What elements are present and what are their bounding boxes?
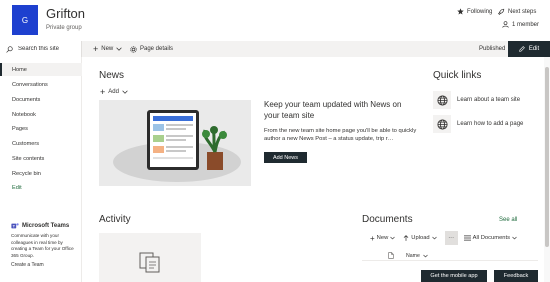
- add-news-button[interactable]: Add News: [264, 152, 307, 163]
- news-add-button[interactable]: + Add: [100, 87, 128, 97]
- news-add-label: Add: [108, 89, 119, 95]
- feedback-button[interactable]: Feedback: [494, 270, 538, 282]
- search-box[interactable]: [0, 41, 82, 57]
- edit-button[interactable]: Edit: [508, 41, 550, 57]
- nav-item-recycle-bin[interactable]: Recycle bin: [0, 167, 82, 180]
- create-team-link[interactable]: Create a Team: [11, 262, 77, 268]
- plus-icon: +: [370, 233, 375, 243]
- documents-new-button[interactable]: + New: [370, 234, 395, 243]
- following-label: Following: [467, 8, 493, 15]
- nav-item-notebook[interactable]: Notebook: [0, 108, 82, 121]
- nav-item-documents[interactable]: Documents: [0, 93, 82, 106]
- site-logo-letter: G: [21, 15, 29, 25]
- chevron-down-icon: [512, 236, 517, 240]
- teams-promo-title: T Microsoft Teams: [11, 222, 77, 230]
- news-section-title: News: [99, 70, 125, 81]
- upload-icon: [403, 234, 409, 241]
- edit-label: Edit: [528, 46, 540, 52]
- nav-item-pages[interactable]: Pages: [0, 122, 82, 135]
- documents-column-header: Name: [362, 251, 538, 261]
- page-scrollbar[interactable]: [544, 57, 550, 282]
- tablet-plant-illustration: [113, 110, 241, 182]
- document-stack-icon: [139, 252, 160, 273]
- chevron-down-icon: [390, 236, 395, 240]
- plus-icon: +: [100, 87, 106, 97]
- documents-section-title: Documents: [362, 214, 413, 225]
- news-illustration: [99, 100, 251, 186]
- documents-view-label: All Documents: [472, 235, 511, 241]
- next-steps-label: Next steps: [508, 9, 537, 15]
- teams-description: Communicate with your colleagues in real…: [11, 233, 74, 258]
- quick-link-team-site[interactable]: Learn about a team site: [433, 91, 538, 109]
- quick-link-label: Learn about a team site: [457, 97, 521, 103]
- member-count-label: 1 member: [512, 21, 540, 28]
- documents-upload-label: Upload: [411, 235, 430, 241]
- search-icon: [6, 45, 13, 53]
- pencil-icon: [519, 46, 525, 52]
- page-details-label: Page details: [140, 46, 174, 52]
- get-mobile-app-button[interactable]: Get the mobile app: [421, 270, 487, 282]
- next-steps-button[interactable]: Next steps: [497, 8, 536, 16]
- command-bar: + New Page details Published Edit: [0, 41, 550, 57]
- star-icon: [457, 8, 464, 15]
- globe-icon: [433, 115, 451, 133]
- person-icon: [502, 21, 509, 28]
- activity-section-title: Activity: [99, 214, 131, 225]
- news-description: From the new team site home page you'll …: [264, 128, 417, 142]
- gear-icon: [130, 45, 137, 53]
- chevron-down-icon: [122, 90, 128, 94]
- plus-icon: +: [93, 44, 99, 54]
- nav-edit-link[interactable]: Edit: [0, 181, 82, 194]
- chevron-down-icon: [423, 254, 428, 257]
- documents-upload-button[interactable]: Upload: [403, 234, 437, 242]
- file-type-icon: [388, 252, 394, 259]
- scrollbar-thumb[interactable]: [545, 67, 549, 247]
- documents-see-all-link[interactable]: See all: [499, 217, 517, 223]
- quick-link-label: Learn how to add a page: [457, 121, 524, 127]
- site-subtitle: Private group: [46, 25, 82, 31]
- page-details-button[interactable]: Page details: [130, 41, 173, 57]
- search-input[interactable]: [18, 46, 78, 52]
- left-navigation: Home Conversations Documents Notebook Pa…: [0, 57, 82, 282]
- documents-more-button[interactable]: ···: [444, 231, 458, 245]
- nav-item-conversations[interactable]: Conversations: [0, 78, 82, 91]
- quick-link-add-page[interactable]: Learn how to add a page: [433, 115, 538, 133]
- new-label: New: [101, 46, 114, 52]
- documents-new-label: New: [376, 235, 389, 241]
- site-header: G Grifton Private group Following Next s…: [0, 0, 550, 41]
- list-view-icon: [463, 235, 471, 241]
- teams-icon: T: [11, 223, 19, 228]
- quick-links-title: Quick links: [433, 70, 482, 81]
- members-button[interactable]: 1 member: [502, 21, 539, 28]
- new-menu-button[interactable]: + New: [93, 41, 122, 57]
- site-title[interactable]: Grifton: [46, 6, 85, 21]
- published-status: Published: [479, 46, 506, 52]
- nav-item-site-contents[interactable]: Site contents: [0, 152, 82, 165]
- nav-item-home[interactable]: Home: [0, 63, 82, 76]
- nav-item-customers[interactable]: Customers: [0, 137, 82, 150]
- chevron-down-icon: [431, 236, 437, 240]
- documents-toolbar: + New Upload ··· All Documents: [362, 231, 538, 245]
- teams-promo: T Microsoft Teams Communicate with your …: [11, 222, 77, 268]
- following-button[interactable]: Following: [457, 8, 492, 15]
- chevron-down-icon: [116, 47, 122, 51]
- site-logo[interactable]: G: [12, 5, 38, 35]
- name-column-header[interactable]: Name: [406, 253, 420, 259]
- news-headline[interactable]: Keep your team updated with News on your…: [264, 99, 414, 121]
- globe-icon: [433, 91, 451, 109]
- rocket-icon: [497, 8, 505, 16]
- activity-card[interactable]: [99, 233, 201, 282]
- teams-title-text: Microsoft Teams: [22, 223, 70, 229]
- documents-view-selector[interactable]: All Documents: [463, 235, 517, 241]
